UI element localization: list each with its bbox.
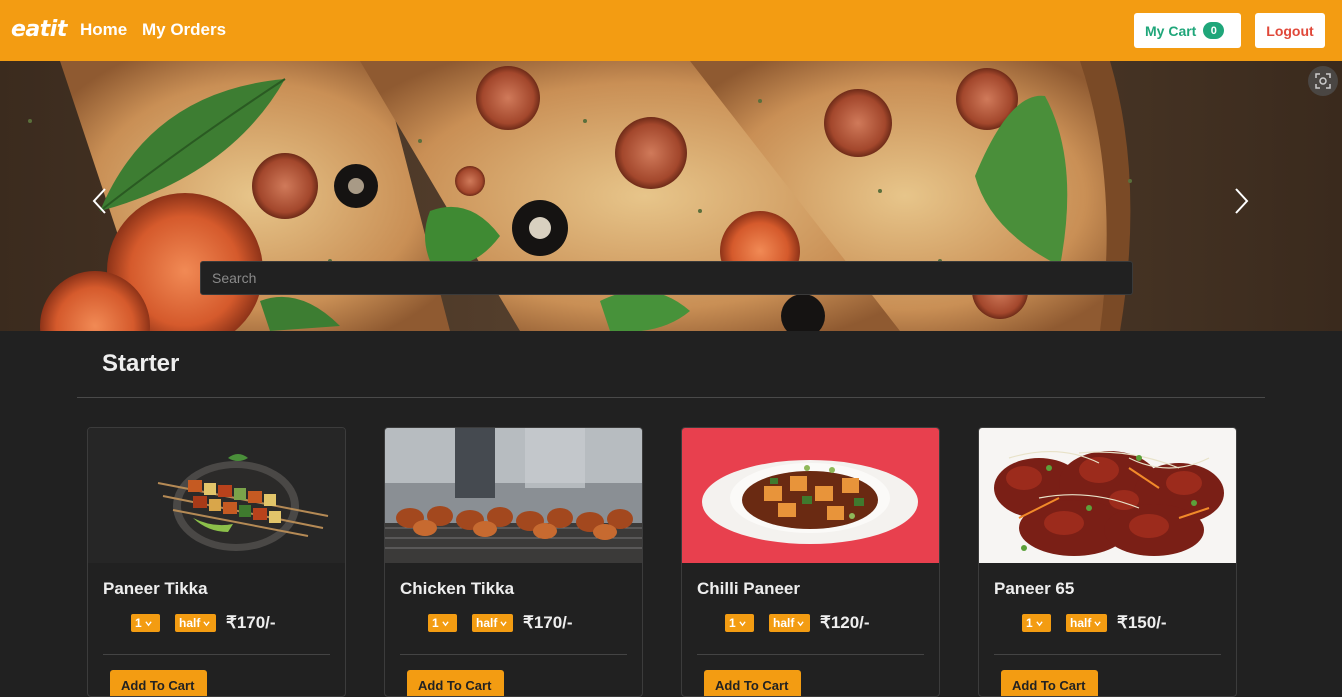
chevron-down-icon	[500, 620, 508, 626]
card-divider	[697, 654, 924, 655]
quantity-select[interactable]: 1	[131, 614, 160, 632]
quantity-value: 1	[432, 616, 439, 630]
chevron-right-icon	[1235, 188, 1249, 214]
food-name: Chicken Tikka	[400, 579, 515, 598]
quantity-value: 1	[1026, 616, 1033, 630]
quantity-select[interactable]: 1	[1022, 614, 1051, 632]
chevron-down-icon	[145, 620, 152, 626]
food-image	[979, 428, 1236, 563]
chevron-down-icon	[203, 620, 211, 626]
my-cart-button[interactable]: My Cart 0	[1134, 13, 1241, 48]
chevron-down-icon	[797, 620, 805, 626]
brand-logo[interactable]: eatit	[11, 17, 67, 42]
food-image	[385, 428, 642, 563]
cart-count-badge: 0	[1203, 22, 1225, 39]
size-value: half	[1070, 616, 1092, 630]
add-to-cart-button[interactable]: Add To Cart	[704, 670, 801, 696]
logout-button[interactable]: Logout	[1255, 13, 1325, 48]
food-price: ₹150/-	[1117, 613, 1167, 632]
quantity-value: 1	[729, 616, 736, 630]
food-card: Paneer Tikka 1 half ₹170/- Add To Cart	[87, 427, 346, 697]
size-select[interactable]: half	[472, 614, 513, 632]
size-value: half	[476, 616, 498, 630]
navbar: eatit Home My Orders My Cart 0 Logout	[0, 0, 1342, 61]
search-input[interactable]	[200, 261, 1133, 295]
quantity-value: 1	[135, 616, 142, 630]
food-card: Paneer 65 1 half ₹150/- Add To Cart	[978, 427, 1237, 697]
hero-carousel	[0, 61, 1342, 331]
quantity-select[interactable]: 1	[428, 614, 457, 632]
food-price: ₹170/-	[226, 613, 276, 632]
cart-label: My Cart	[1145, 22, 1197, 39]
size-select[interactable]: half	[1066, 614, 1107, 632]
food-image	[88, 428, 345, 563]
size-value: half	[179, 616, 201, 630]
size-select[interactable]: half	[175, 614, 216, 632]
add-to-cart-button[interactable]: Add To Cart	[110, 670, 207, 696]
nav-home-link[interactable]: Home	[80, 20, 127, 40]
chevron-down-icon	[1036, 620, 1043, 626]
add-to-cart-button[interactable]: Add To Cart	[407, 670, 504, 696]
section-title: Starter	[102, 350, 180, 377]
chevron-down-icon	[1094, 620, 1102, 626]
card-divider	[400, 654, 627, 655]
food-price: ₹120/-	[820, 613, 870, 632]
chevron-down-icon	[739, 620, 746, 626]
carousel-next-button[interactable]	[1226, 181, 1256, 221]
size-select[interactable]: half	[769, 614, 810, 632]
quantity-select[interactable]: 1	[725, 614, 754, 632]
chevron-down-icon	[442, 620, 449, 626]
add-to-cart-button[interactable]: Add To Cart	[1001, 670, 1098, 696]
food-name: Paneer Tikka	[103, 579, 208, 598]
lens-button[interactable]	[1308, 66, 1338, 96]
card-divider	[994, 654, 1221, 655]
size-value: half	[773, 616, 795, 630]
chevron-left-icon	[92, 188, 106, 214]
food-price: ₹170/-	[523, 613, 573, 632]
card-divider	[103, 654, 330, 655]
section-divider	[77, 397, 1265, 398]
food-name: Paneer 65	[994, 579, 1075, 598]
food-card: Chicken Tikka 1 half ₹170/- Add To Cart	[384, 427, 643, 697]
lens-icon	[1315, 73, 1331, 89]
nav-my-orders-link[interactable]: My Orders	[142, 20, 226, 40]
food-image	[682, 428, 939, 563]
carousel-prev-button[interactable]	[86, 181, 116, 221]
food-name: Chilli Paneer	[697, 579, 800, 598]
food-card: Chilli Paneer 1 half ₹120/- Add To Cart	[681, 427, 940, 697]
